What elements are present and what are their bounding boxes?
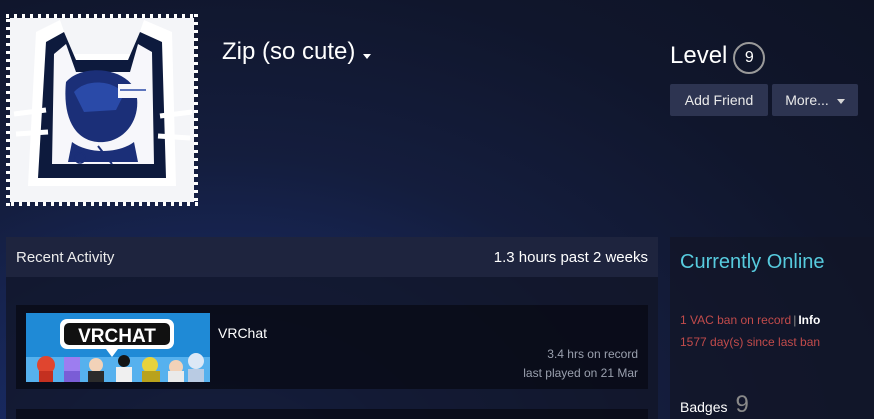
badges-link[interactable]: Badges 9 bbox=[680, 391, 749, 419]
more-label: More... bbox=[785, 92, 829, 108]
vac-ban-separator: | bbox=[793, 313, 797, 327]
game-hours-on-record: 3.4 hrs on record bbox=[547, 347, 638, 361]
caret-down-icon bbox=[363, 53, 372, 59]
capsule-logo-text: VRCHAT bbox=[78, 326, 156, 347]
game-capsule-image[interactable]: VRCHAT bbox=[26, 313, 210, 382]
profile-level: Level 9 bbox=[670, 38, 766, 74]
profile-name: Zip (so cute) bbox=[222, 38, 356, 65]
vac-ban-text: 1 VAC ban on record bbox=[680, 313, 792, 327]
game-name-link[interactable]: VRChat bbox=[218, 325, 267, 341]
badges-count: 9 bbox=[735, 391, 749, 418]
game-stats: 3.4 hrs on record last played on 21 Mar bbox=[523, 345, 638, 383]
add-friend-button[interactable]: Add Friend bbox=[670, 84, 768, 116]
recent-activity-panel: Recent Activity 1.3 hours past 2 weeks V… bbox=[6, 237, 658, 419]
recent-activity-header: Recent Activity 1.3 hours past 2 weeks bbox=[6, 237, 658, 277]
profile-sidebar: Currently Online 1 VAC ban on record | Inf… bbox=[670, 237, 874, 419]
game-last-played: last played on 21 Mar bbox=[523, 366, 638, 380]
vrchat-capsule: VRCHAT bbox=[26, 313, 210, 382]
badges-label: Badges bbox=[680, 399, 728, 415]
avatar-image bbox=[6, 14, 198, 206]
profile-avatar[interactable] bbox=[6, 14, 198, 206]
more-button[interactable]: More... bbox=[772, 84, 858, 116]
level-label: Level bbox=[670, 42, 728, 69]
game-row[interactable]: VRCHAT VRChat 3.4 hrs on record last pla… bbox=[16, 305, 648, 389]
recent-activity-hours: 1.3 hours past 2 weeks bbox=[493, 248, 648, 266]
days-since-ban: 1577 day(s) since last ban bbox=[680, 335, 821, 349]
profile-name-dropdown[interactable]: Zip (so cute) bbox=[222, 38, 372, 66]
level-badge[interactable]: 9 bbox=[733, 42, 766, 74]
game-row[interactable] bbox=[16, 409, 648, 419]
add-friend-label: Add Friend bbox=[684, 92, 754, 108]
vac-info-link[interactable]: Info bbox=[798, 313, 820, 327]
caret-down-icon bbox=[836, 98, 845, 104]
vac-ban-line: 1 VAC ban on record | Info bbox=[680, 313, 820, 327]
online-status: Currently Online bbox=[680, 251, 825, 273]
recent-activity-title: Recent Activity bbox=[16, 248, 115, 266]
